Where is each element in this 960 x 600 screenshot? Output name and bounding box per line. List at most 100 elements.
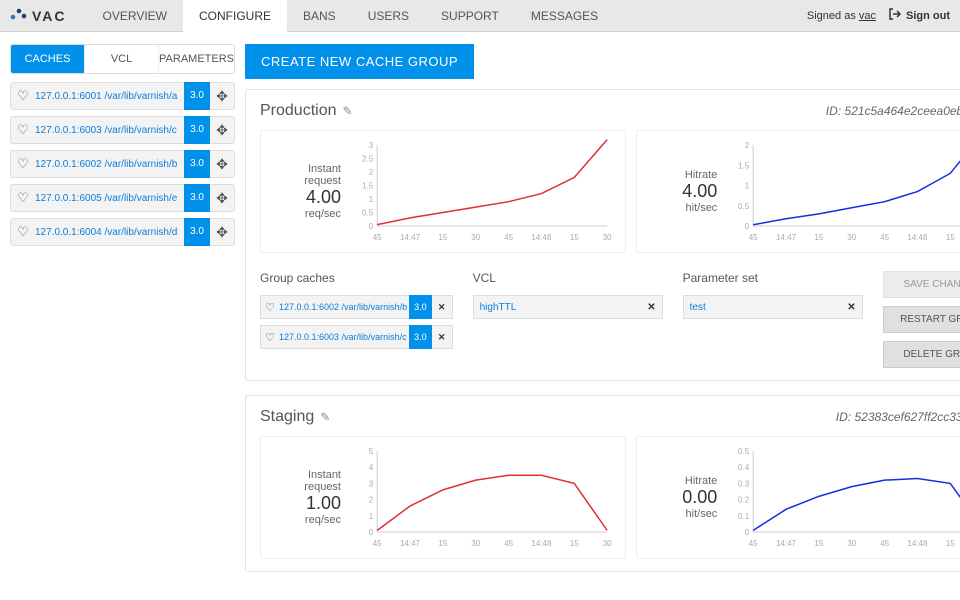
cache-label[interactable]: 127.0.0.1:6002 /var/lib/varnish/b [35,159,184,170]
remove-icon[interactable]: ✕ [432,332,452,343]
edit-icon[interactable]: ✎ [320,410,330,424]
drag-handle-icon[interactable]: ✥ [210,88,234,105]
svg-text:45: 45 [749,539,758,548]
cache-group: Production ✎ID: 521c5a464e2ceea0eb18334c… [245,89,960,381]
group-id: ID: 52383cef627ff2cc33ad5990 [836,410,960,424]
topnav-item-support[interactable]: SUPPORT [425,0,515,32]
svg-text:0.4: 0.4 [738,463,750,472]
cache-item[interactable]: ♡127.0.0.1:6005 /var/lib/varnish/e3.0✥ [10,184,235,212]
svg-text:30: 30 [848,233,857,242]
svg-text:0: 0 [369,222,374,231]
svg-text:0: 0 [745,528,750,537]
heart-icon: ♡ [11,190,35,206]
svg-text:0: 0 [745,222,750,231]
subtab-parameters[interactable]: PARAMETERS [159,45,234,73]
svg-text:14:48: 14:48 [908,539,929,548]
svg-text:3: 3 [369,479,374,488]
cache-item[interactable]: ♡127.0.0.1:6001 /var/lib/varnish/a3.0✥ [10,82,235,110]
save-changes-button[interactable]: SAVE CHANGES [883,271,960,298]
topnav-item-messages[interactable]: MESSAGES [515,0,614,32]
cache-item[interactable]: ♡127.0.0.1:6004 /var/lib/varnish/d3.0✥ [10,218,235,246]
svg-text:0.2: 0.2 [738,496,750,505]
svg-text:45: 45 [373,539,382,548]
svg-text:30: 30 [848,539,857,548]
svg-text:30: 30 [471,539,480,548]
svg-text:15: 15 [946,233,955,242]
remove-icon[interactable]: ✕ [432,302,452,313]
group-title: Production ✎ [260,102,353,120]
group-cache-item[interactable]: ♡127.0.0.1:6003 /var/lib/varnish/c3.0✕ [260,325,453,349]
svg-text:15: 15 [438,233,447,242]
cache-item[interactable]: ♡127.0.0.1:6002 /var/lib/varnish/b3.0✥ [10,150,235,178]
svg-text:1: 1 [369,195,374,204]
svg-text:3: 3 [369,141,374,150]
remove-icon[interactable]: ✕ [647,302,655,313]
cache-label[interactable]: 127.0.0.1:6003 /var/lib/varnish/c [35,125,184,136]
create-cache-group-button[interactable]: CREATE NEW CACHE GROUP [245,44,474,79]
cache-label[interactable]: 127.0.0.1:6001 /var/lib/varnish/a [35,91,184,102]
svg-text:30: 30 [471,233,480,242]
version-badge: 3.0 [409,295,432,319]
heart-icon: ♡ [261,331,279,344]
cache-label[interactable]: 127.0.0.1:6002 /var/lib/varnish/b [279,302,409,312]
svg-text:45: 45 [504,539,513,548]
drag-handle-icon[interactable]: ✥ [210,190,234,207]
subtab-vcl[interactable]: VCL [85,45,159,73]
subtab-caches[interactable]: CACHES [11,45,85,73]
svg-text:45: 45 [373,233,382,242]
svg-text:15: 15 [570,539,579,548]
topnav-item-configure[interactable]: CONFIGURE [183,0,287,32]
svg-text:14:48: 14:48 [908,233,929,242]
svg-text:30: 30 [603,539,612,548]
heart-icon: ♡ [11,156,35,172]
chart: 00.511.524514:4715304514:481530 [725,139,960,244]
cache-label[interactable]: 127.0.0.1:6004 /var/lib/varnish/d [35,227,184,238]
chart-card-hitrate: Hitrate4.00hit/sec00.511.524514:47153045… [636,130,960,253]
svg-text:0.3: 0.3 [738,479,750,488]
cache-label[interactable]: 127.0.0.1:6003 /var/lib/varnish/c [279,332,409,342]
version-badge: 3.0 [184,184,210,212]
drag-handle-icon[interactable]: ✥ [210,156,234,173]
signed-as-user[interactable]: vac [859,10,876,22]
version-badge: 3.0 [184,218,210,246]
version-badge: 3.0 [409,325,432,349]
cache-label[interactable]: 127.0.0.1:6005 /var/lib/varnish/e [35,193,184,204]
svg-text:2: 2 [369,168,374,177]
sign-out-button[interactable]: Sign out [888,7,950,24]
group-cache-item[interactable]: ♡127.0.0.1:6002 /var/lib/varnish/b3.0✕ [260,295,453,319]
chart: 0123454514:4715304514:481530 [349,445,617,550]
svg-text:1.5: 1.5 [738,161,750,170]
sub-tabs: CACHESVCLPARAMETERS [10,44,235,74]
svg-text:4: 4 [369,463,374,472]
sign-out-icon [888,7,902,24]
restart-group-button[interactable]: RESTART GROUP [883,306,960,333]
svg-text:0.5: 0.5 [738,447,750,456]
drag-handle-icon[interactable]: ✥ [210,224,234,241]
svg-text:14:47: 14:47 [776,539,797,548]
signed-as: Signed as vac [807,10,876,22]
topnav-item-overview[interactable]: OVERVIEW [87,0,183,32]
svg-text:2: 2 [369,496,374,505]
svg-text:15: 15 [815,233,824,242]
topnav-item-bans[interactable]: BANS [287,0,352,32]
svg-text:5: 5 [369,447,374,456]
heart-icon: ♡ [261,301,279,314]
svg-text:1: 1 [745,182,750,191]
edit-icon[interactable]: ✎ [343,104,353,118]
svg-text:45: 45 [504,233,513,242]
main-content: CREATE NEW CACHE GROUP Production ✎ ID: 5… [245,44,960,586]
vcl-label: VCL [473,271,663,285]
remove-icon[interactable]: ✕ [847,302,855,313]
svg-text:0.1: 0.1 [738,512,750,521]
svg-text:0.5: 0.5 [362,209,374,218]
drag-handle-icon[interactable]: ✥ [210,122,234,139]
cache-item[interactable]: ♡127.0.0.1:6003 /var/lib/varnish/c3.0✥ [10,116,235,144]
topnav-item-users[interactable]: USERS [352,0,425,32]
svg-text:45: 45 [880,233,889,242]
vcl-input[interactable]: highTTL✕ [473,295,663,319]
delete-group-button[interactable]: DELETE GROUP [883,341,960,368]
svg-text:15: 15 [946,539,955,548]
group-caches-label: Group caches [260,271,453,285]
param-input[interactable]: test✕ [683,295,863,319]
brand: VAC [10,7,67,24]
